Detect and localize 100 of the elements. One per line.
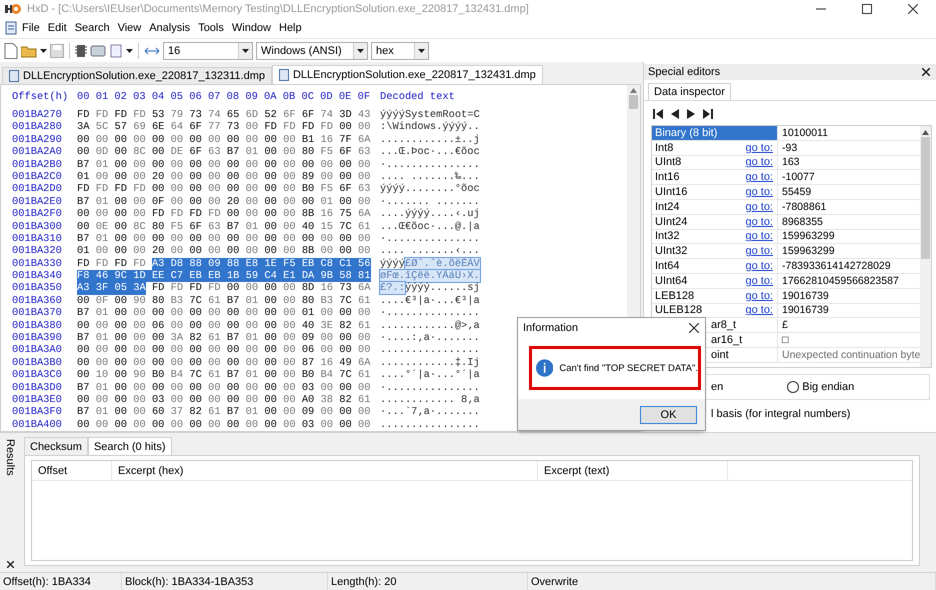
- first-button[interactable]: [653, 109, 663, 119]
- goto-link[interactable]: go to:: [745, 142, 773, 154]
- dropdown-field[interactable]: hex: [371, 42, 429, 60]
- results-tab[interactable]: Checksum: [24, 437, 88, 455]
- field-label[interactable]: ar16_t: [711, 334, 742, 346]
- decoded-text[interactable]: ·...`7‚a·.......: [380, 406, 480, 418]
- decoded-text[interactable]: ·...............: [380, 307, 480, 320]
- decoded-text[interactable]: ....ýýýý....‹.uj: [380, 208, 480, 220]
- field-label[interactable]: ar8_t: [711, 319, 736, 332]
- hex-bytes[interactable]: 00 00 00 00 00 00 00 00 00 00 00 00 03 00 00 00: [77, 418, 370, 431]
- decoded-text[interactable]: ·...............: [380, 158, 480, 171]
- hex-bytes[interactable]: B7 01 00 00 00 00 00 00 00 00 00 00 00 00 00 00: [77, 158, 370, 171]
- menu-item[interactable]: Edit: [44, 19, 71, 37]
- menu-item[interactable]: File: [18, 19, 44, 37]
- close-button[interactable]: [689, 323, 699, 333]
- decoded-text[interactable]: ýýýý........°õoc: [380, 183, 480, 196]
- scrollbar[interactable]: [920, 126, 931, 367]
- goto-link[interactable]: go to:: [745, 304, 773, 316]
- field-label[interactable]: Int16: [655, 171, 680, 184]
- hex-bytes[interactable]: 00 0F 00 90 80 B3 7C 61 B7 01 00 00 80 B3 7C 61: [77, 294, 370, 308]
- field-label[interactable]: UInt16: [655, 186, 688, 198]
- selected-bytes[interactable]: A3 3F 05 3A: [77, 282, 146, 295]
- selected-bytes[interactable]: A3 D8 88 09 88 E8 1E F5 EB C8 C1 56: [152, 258, 370, 270]
- hex-bytes[interactable]: 00 00 00 00 06 00 00 00 00 00 00 00 40 3E 82 61: [77, 320, 370, 332]
- results-tab[interactable]: Search (0 hits): [88, 437, 172, 455]
- field-label[interactable]: Int64: [655, 260, 680, 272]
- goto-link[interactable]: go to:: [745, 230, 773, 242]
- menu-item[interactable]: Tools: [194, 19, 228, 37]
- close-button[interactable]: [6, 561, 14, 568]
- decoded-text[interactable]: ................: [380, 418, 480, 431]
- hex-bytes[interactable]: 00 00 00 00 03 00 00 00 00 00 00 00 A0 38 82 61: [77, 394, 370, 406]
- goto-link[interactable]: go to:: [745, 260, 773, 272]
- hex-bytes[interactable]: 01 00 00 00 20 00 00 00 00 00 00 00 89 00 00 00: [77, 170, 370, 184]
- decoded-text[interactable]: ....€³|a·...€³|a: [380, 294, 480, 307]
- decoded-text[interactable]: ...Œ.Þoc·...€õoc: [380, 146, 480, 158]
- radio-button[interactable]: Big endian: [787, 381, 854, 393]
- hex-bytes[interactable]: 00 00 00 00 FD FD FD FD 00 00 00 00 8B 16 75 6A: [77, 208, 370, 221]
- decoded-text[interactable]: ................: [380, 344, 480, 356]
- dropdown-field[interactable]: Windows (ANSI): [256, 42, 368, 60]
- goto-link[interactable]: go to:: [745, 245, 773, 258]
- decoded-text[interactable]: ýýýýSystemRoot=C: [380, 109, 480, 121]
- scroll-up-icon[interactable]: [630, 88, 637, 93]
- field-label[interactable]: ULEB128: [655, 304, 702, 316]
- field-label[interactable]: UInt24: [655, 216, 688, 228]
- goto-link[interactable]: go to:: [745, 156, 773, 168]
- decoded-text[interactable]: ·...............: [380, 382, 480, 394]
- selected-bytes[interactable]: F8 46 9C 1D EE C7 EB EB 1B 59 C4 E1 DA 9B 58 81: [77, 270, 370, 282]
- goto-link[interactable]: go to:: [745, 274, 773, 287]
- file-tab[interactable]: DLLEncryptionSolution.exe_220817_132431.dmp: [272, 65, 543, 84]
- menu-item[interactable]: Search: [70, 19, 114, 37]
- hex-bytes[interactable]: 00 00 00 00 00 00 00 00 00 00 00 00 B1 16 7F 6A: [77, 134, 370, 146]
- decoded-text[interactable]: ýýýý: [380, 258, 405, 270]
- decoded-text[interactable]: ............@>‚a: [380, 320, 480, 332]
- column-header[interactable]: Offset: [32, 461, 112, 480]
- hex-bytes[interactable]: FD FD FD FD 00 00 00 00 8D 16 73 6A: [152, 282, 370, 295]
- decoded-text[interactable]: ...Œ€õoc·...@.|a: [380, 220, 480, 233]
- goto-link[interactable]: go to:: [745, 171, 773, 184]
- close-button[interactable]: [922, 68, 930, 76]
- decoded-text[interactable]: :\Windows.ýýýý..: [380, 121, 480, 134]
- scroll-thumb[interactable]: [629, 95, 638, 109]
- field-label[interactable]: UInt64: [655, 274, 688, 287]
- menu-item[interactable]: Window: [228, 19, 275, 37]
- hex-bytes[interactable]: 00 0D 00 8C 00 DE 6F 63 B7 01 00 00 80 F5 6F 63: [77, 146, 370, 159]
- hex-bytes[interactable]: 01 00 00 00 20 00 00 00 00 00 00 00 8B 00 00 00: [77, 245, 370, 258]
- field-label[interactable]: Int24: [655, 200, 680, 213]
- hex-bytes[interactable]: 00 00 00 00 00 00 00 00 00 00 00 00 06 00 00 00: [77, 344, 370, 357]
- new-file-button[interactable]: [4, 42, 18, 58]
- hex-bytes[interactable]: 3A 5C 57 69 6E 64 6F 77 73 00 FD FD FD FD 00 00: [77, 121, 370, 134]
- ok-button[interactable]: OK: [640, 406, 697, 424]
- file-tab[interactable]: DLLEncryptionSolution.exe_220817_132311.dmp: [2, 67, 272, 84]
- field-label[interactable]: UInt32: [655, 245, 688, 258]
- goto-link[interactable]: go to:: [745, 186, 773, 198]
- hex-bytes[interactable]: FD FD FD FD 00 00 00 00 00 00 00 00 B0 F5 6F 63: [77, 183, 370, 196]
- hex-bytes[interactable]: 00 00 00 00 00 00 00 00 00 00 00 00 87 16 49 6A: [77, 356, 370, 370]
- hex-bytes[interactable]: B7 01 00 00 00 00 00 00 00 00 00 00 03 00 00 00: [77, 382, 370, 394]
- memory-chip-button[interactable]: [75, 44, 87, 58]
- decoded-text[interactable]: ............‡.Ij: [380, 356, 480, 369]
- hex-bytes[interactable]: FD FD FD FD: [77, 258, 146, 270]
- hex-bytes[interactable]: B7 01 00 00 60 37 82 61 B7 01 00 00 09 00 00 00: [77, 406, 370, 419]
- decoded-text[interactable]: ....°´|a·...°´|a: [380, 369, 480, 382]
- menu-item[interactable]: View: [114, 19, 146, 37]
- field-label[interactable]: Int32: [655, 230, 680, 242]
- hex-bytes[interactable]: B7 01 00 00 00 00 00 00 00 00 00 00 01 00 00 00: [77, 307, 370, 320]
- goto-link[interactable]: go to:: [745, 290, 773, 302]
- field-label[interactable]: Int8: [655, 142, 674, 154]
- hex-bytes[interactable]: B7 01 00 00 00 3A 82 61 B7 01 00 00 09 00 00 00: [77, 332, 370, 344]
- hex-bytes[interactable]: FD FD FD FD 53 79 73 74 65 6D 52 6F 6F 74 3D 43: [77, 109, 370, 122]
- decoded-text[interactable]: .... .......‰...: [380, 170, 480, 183]
- disk-button[interactable]: [90, 44, 106, 58]
- scroll-thumb[interactable]: [921, 137, 930, 259]
- scroll-up-icon[interactable]: [922, 130, 930, 135]
- hex-bytes[interactable]: B7 01 00 00 0F 00 00 00 20 00 00 00 00 01 00 00: [77, 196, 370, 208]
- decoded-text[interactable]: ·...............: [380, 232, 480, 245]
- menu-item[interactable]: Analysis: [145, 19, 194, 37]
- next-button[interactable]: [687, 109, 695, 119]
- decoded-text[interactable]: ............ 8‚a: [380, 394, 480, 406]
- field-label[interactable]: LEB128: [655, 290, 694, 302]
- decoded-text[interactable]: ·....:‚a·.......: [380, 332, 480, 344]
- decoded-text[interactable]: ·....... .......: [380, 196, 480, 208]
- hex-bytes[interactable]: 00 10 00 90 B0 B4 7C 61 B7 01 00 00 B0 B4 7C 61: [77, 369, 370, 382]
